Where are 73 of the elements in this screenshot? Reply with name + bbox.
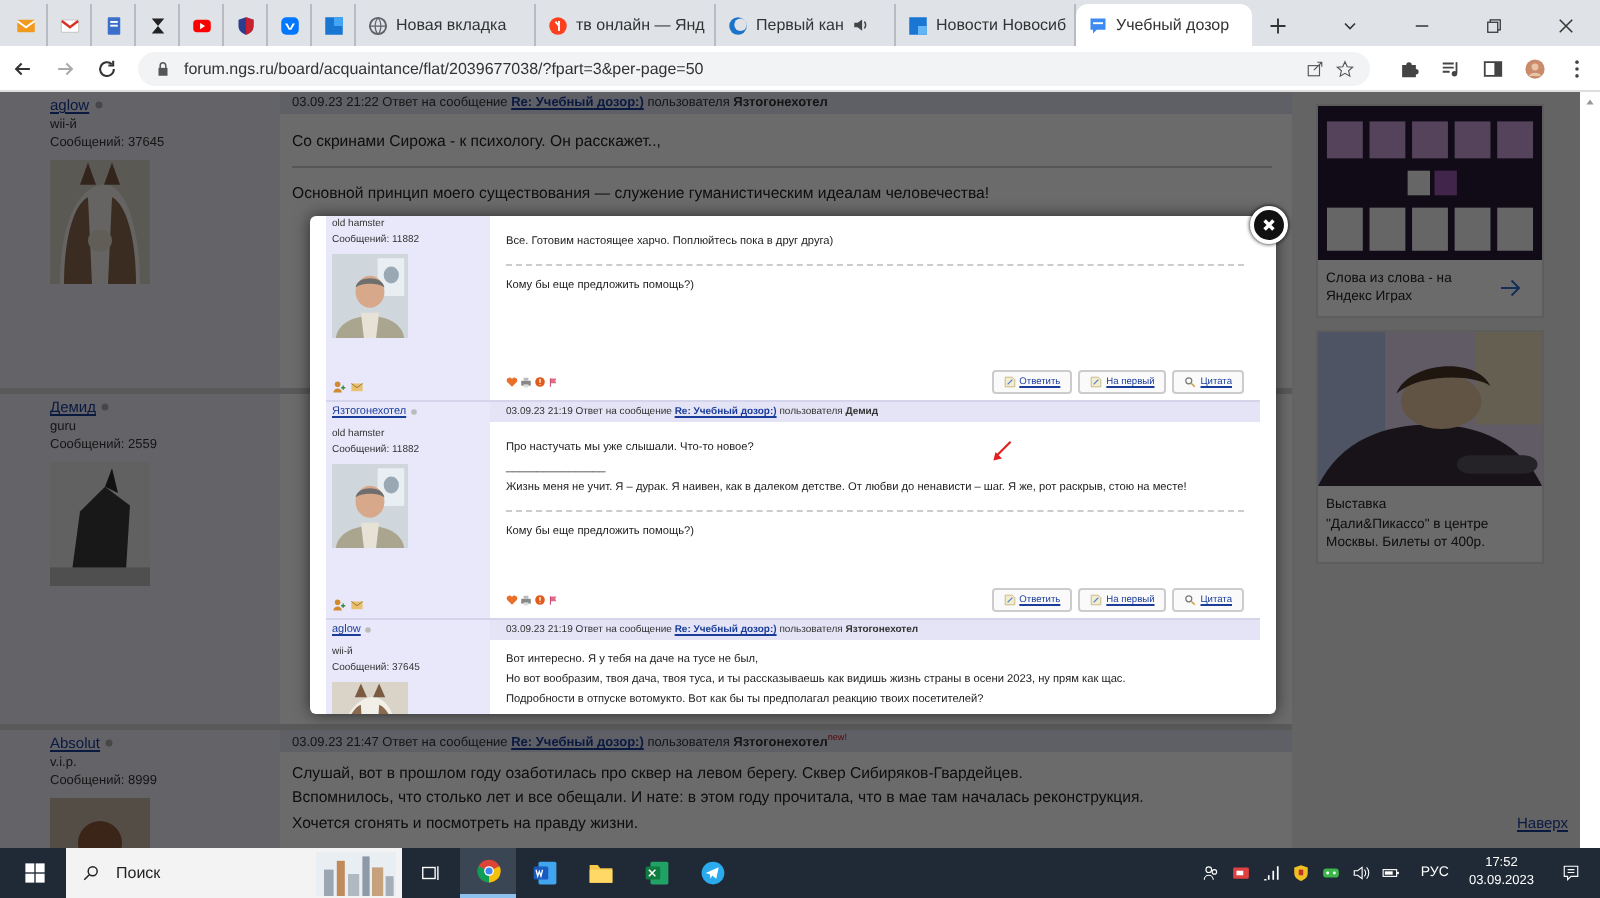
shield-icon <box>235 15 255 35</box>
user-add-icon[interactable] <box>332 598 346 612</box>
browser-tab[interactable]: Учебный дозор <box>1076 4 1252 46</box>
speech-bubble-icon <box>1088 15 1108 35</box>
flag-icon[interactable] <box>548 376 560 388</box>
globe-icon <box>368 15 388 35</box>
camera-icon[interactable] <box>1232 864 1251 882</box>
status-icon <box>93 100 104 110</box>
warning-icon[interactable] <box>534 376 546 388</box>
lock-icon <box>154 59 172 77</box>
close-icon <box>1258 214 1280 236</box>
people-icon[interactable] <box>1202 864 1221 882</box>
note-icon <box>1003 594 1016 606</box>
puzzle-icon[interactable] <box>1398 57 1420 79</box>
hourglass-icon <box>147 15 167 35</box>
user-add-icon[interactable] <box>332 380 346 394</box>
flag-icon[interactable] <box>548 594 560 606</box>
envelope-icon <box>15 15 35 35</box>
note-icon <box>1090 594 1103 606</box>
scroll-up-icon[interactable] <box>1584 96 1596 108</box>
envelope-icon[interactable] <box>350 380 364 394</box>
magnifier-icon <box>1184 594 1197 606</box>
sidebar-icon[interactable] <box>1482 57 1504 79</box>
heart-icon[interactable] <box>506 594 518 606</box>
status-icon <box>410 408 419 416</box>
status-icon <box>104 738 115 748</box>
speaker-icon[interactable] <box>1352 864 1371 882</box>
battery-icon[interactable] <box>1382 864 1401 882</box>
restore-icon[interactable] <box>1484 16 1504 36</box>
task-view-icon[interactable] <box>420 862 442 884</box>
app-icon <box>279 15 299 35</box>
profile-avatar[interactable] <box>1524 57 1546 79</box>
scrollbar[interactable] <box>1580 92 1600 848</box>
document-icon <box>531 860 557 886</box>
envelope-icon[interactable] <box>350 598 364 612</box>
warning-icon[interactable] <box>534 594 546 606</box>
network-icon[interactable] <box>1262 864 1281 882</box>
shield-icon[interactable] <box>1292 864 1311 882</box>
gamepad-icon[interactable] <box>1322 864 1341 882</box>
folder-icon <box>587 860 613 886</box>
taskbar-app[interactable] <box>460 848 516 898</box>
speaker-icon[interactable] <box>851 16 870 34</box>
search-icon <box>82 864 100 882</box>
spreadsheet-icon <box>643 860 669 886</box>
printer-icon[interactable] <box>520 376 532 388</box>
note-icon <box>1003 376 1016 388</box>
new-tab-button[interactable] <box>1268 16 1288 36</box>
tiles-icon <box>908 15 928 35</box>
circle-icon <box>548 15 568 35</box>
printer-icon[interactable] <box>520 594 532 606</box>
status-icon <box>364 626 373 634</box>
share-icon[interactable] <box>1306 59 1324 77</box>
notification-icon[interactable] <box>1562 864 1580 882</box>
paper-plane-icon <box>699 860 725 886</box>
play-icon <box>191 15 211 35</box>
status-icon <box>99 402 110 412</box>
tiles-icon <box>323 15 343 35</box>
back-icon[interactable] <box>12 57 34 79</box>
document-icon <box>103 15 123 35</box>
media-icon[interactable] <box>1440 57 1462 79</box>
crescent-icon <box>728 15 748 35</box>
note-icon <box>1090 376 1103 388</box>
magnifier-icon <box>1184 376 1197 388</box>
address-field[interactable]: forum.ngs.ru/board/acquaintance/flat/2039677038/?fpart=3&per-page=50 <box>138 51 1370 85</box>
start-icon[interactable] <box>24 862 46 884</box>
arrow-right-icon[interactable] <box>1498 276 1522 301</box>
reload-icon[interactable] <box>96 57 118 79</box>
heart-icon[interactable] <box>506 376 518 388</box>
envelope-icon <box>59 15 79 35</box>
browser-icon <box>475 858 501 884</box>
star-icon[interactable] <box>1336 59 1354 77</box>
close-icon[interactable] <box>1556 16 1576 36</box>
search-field[interactable]: Поиск <box>66 848 402 898</box>
